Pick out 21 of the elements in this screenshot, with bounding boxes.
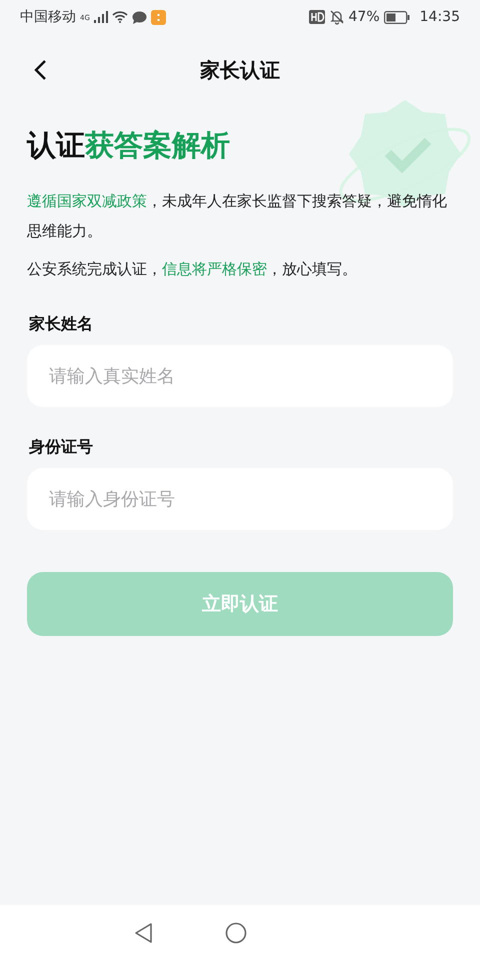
battery-icon (384, 10, 410, 24)
clock-time: 14:35 (420, 9, 460, 25)
app-notification-icon (150, 10, 166, 24)
battery-percent: 47% (348, 9, 380, 25)
input-field[interactable]: 请输入身份证号 (27, 468, 453, 530)
signal-icon (94, 11, 108, 23)
info-paragraph: 公安系统完成认证，信息将严格保密，放心填写。 (27, 259, 358, 280)
hd-icon (308, 10, 325, 24)
back-nav-icon[interactable] (133, 922, 155, 944)
carrier-name: 中国移动 (20, 8, 76, 26)
field-label: 家长姓名 (29, 314, 94, 335)
page-title: 家长认证 (200, 56, 280, 84)
chevron-left-icon (33, 59, 47, 81)
info-paragraph: 遵循国家双减政策，未成年人在家长监督下搜索答疑，避免惰化思维能力。 (27, 191, 448, 242)
input-field[interactable]: 请输入真实姓名 (27, 345, 453, 407)
wifi-icon (112, 11, 128, 23)
field-label: 身份证号 (29, 437, 94, 458)
home-nav-icon[interactable] (225, 922, 247, 944)
chat-icon (132, 10, 147, 24)
page-heading: 认证获答案解析 (27, 127, 231, 164)
bell-off-icon (328, 9, 345, 25)
